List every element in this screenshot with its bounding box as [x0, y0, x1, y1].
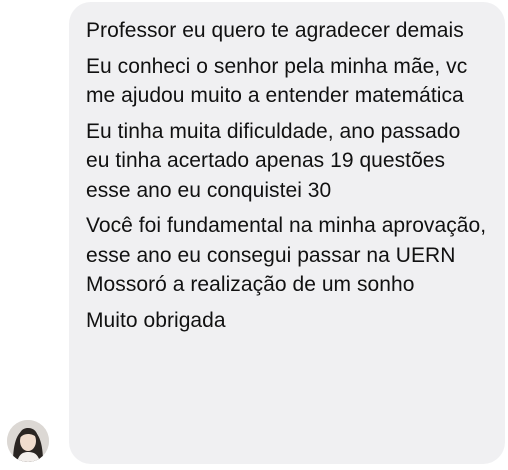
chat-thread: Professor eu quero te agradecer demais E…	[0, 0, 508, 470]
message-paragraph: Eu tinha muita dificuldade, ano passado …	[86, 119, 461, 202]
message-paragraph: Professor eu quero te agradecer demais	[86, 19, 464, 42]
message-paragraph: Muito obrigada	[86, 308, 226, 332]
message-paragraph: Você foi fundamental na minha aprovação,…	[86, 214, 487, 296]
avatar-image	[7, 420, 49, 462]
message-bubble[interactable]: Professor eu quero te agradecer demais E…	[69, 2, 505, 464]
sender-avatar[interactable]	[7, 420, 49, 462]
message-paragraph: Eu conheci o senhor pela minha mãe, vc m…	[86, 54, 468, 108]
